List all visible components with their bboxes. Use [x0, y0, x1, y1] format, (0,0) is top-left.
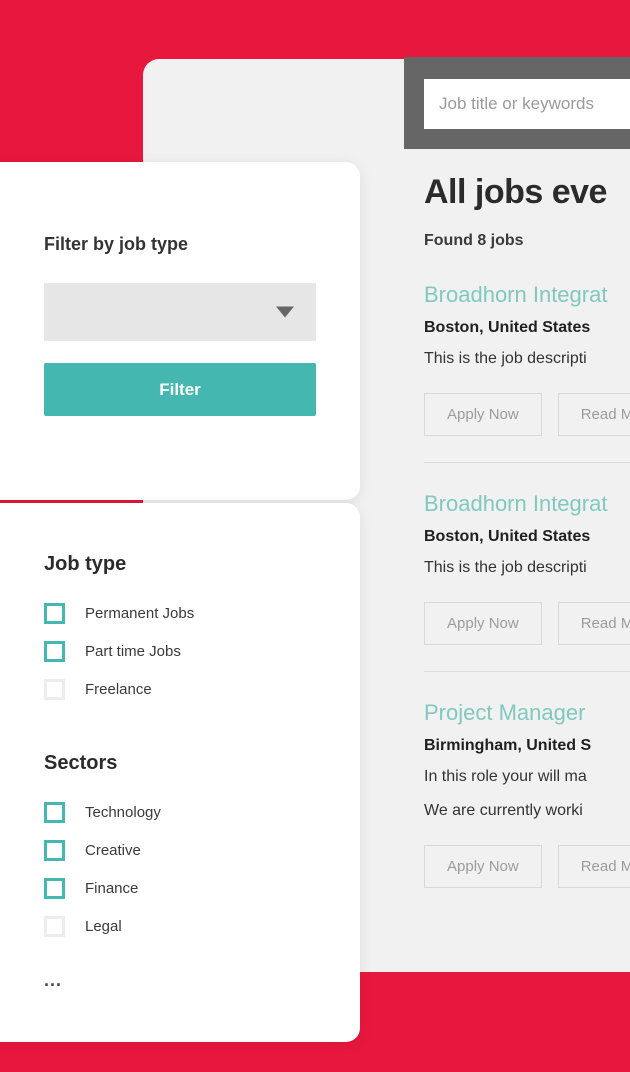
facet-option-creative[interactable]: Creative — [44, 831, 316, 869]
facet-option-part-time-jobs[interactable]: Part time Jobs — [44, 632, 316, 670]
facet-option-label: Technology — [85, 803, 161, 821]
job-description-line: This is the job descripti — [424, 350, 587, 367]
chevron-down-icon — [276, 306, 294, 318]
job-list: Broadhorn Integrat Boston, United States… — [424, 280, 630, 914]
checkbox-icon[interactable] — [44, 877, 65, 899]
facet-option-label: Legal — [85, 917, 122, 935]
search-input[interactable] — [424, 79, 630, 129]
facet-option-finance[interactable]: Finance — [44, 869, 316, 907]
job-results-column: All jobs eve Found 8 jobs Broadhorn Inte… — [424, 170, 630, 914]
read-more-button[interactable]: Read M — [557, 845, 630, 888]
facet-option-list: Permanent Jobs Part time Jobs Freelance — [44, 594, 316, 708]
job-title-link[interactable]: Project Manager — [424, 698, 630, 728]
filter-card-heading: Filter by job type — [44, 234, 189, 254]
read-more-button[interactable]: Read M — [557, 393, 630, 436]
job-list-item: Project Manager Birmingham, United S In … — [424, 671, 630, 914]
job-list-item: Broadhorn Integrat Boston, United States… — [424, 280, 630, 462]
facet-group-sectors: Sectors Technology Creative Finance Lega… — [44, 752, 316, 989]
checkbox-icon[interactable] — [44, 839, 65, 861]
job-title-link[interactable]: Broadhorn Integrat — [424, 280, 630, 310]
checkbox-icon[interactable] — [44, 801, 65, 823]
facet-option-freelance[interactable]: Freelance — [44, 670, 316, 708]
facet-option-label: Part time Jobs — [85, 642, 181, 660]
job-location: Boston, United States — [424, 319, 591, 336]
checkbox-icon[interactable] — [44, 602, 65, 624]
facet-group-heading: Sectors — [44, 752, 118, 774]
job-description-line: In this role your will ma — [424, 768, 587, 785]
job-actions: Apply Now Read M — [424, 602, 630, 645]
facet-option-permanent-jobs[interactable]: Permanent Jobs — [44, 594, 316, 632]
facets-card: Job type Permanent Jobs Part time Jobs F… — [0, 503, 360, 1042]
job-type-select[interactable] — [44, 283, 316, 341]
job-location: Boston, United States — [424, 528, 591, 545]
checkbox-icon[interactable] — [44, 915, 65, 937]
facet-option-label: Finance — [85, 879, 139, 897]
apply-now-button[interactable]: Apply Now — [424, 393, 542, 436]
job-list-item: Broadhorn Integrat Boston, United States… — [424, 462, 630, 671]
filter-submit-button[interactable]: Filter — [44, 363, 316, 416]
facet-group-job-type: Job type Permanent Jobs Part time Jobs F… — [44, 553, 316, 708]
job-actions: Apply Now Read M — [424, 393, 630, 436]
facet-option-list: Technology Creative Finance Legal — [44, 793, 316, 945]
page-title: All jobs eve — [424, 173, 607, 211]
checkbox-icon[interactable] — [44, 640, 65, 662]
job-actions: Apply Now Read M — [424, 845, 630, 888]
page-background: All jobs eve Found 8 jobs Broadhorn Inte… — [0, 0, 630, 1072]
facet-show-more[interactable]: ... — [44, 971, 316, 989]
job-title-link[interactable]: Broadhorn Integrat — [424, 489, 630, 519]
facet-option-label: Creative — [85, 841, 141, 859]
facet-option-legal[interactable]: Legal — [44, 907, 316, 945]
read-more-button[interactable]: Read M — [557, 602, 630, 645]
apply-now-button[interactable]: Apply Now — [424, 845, 542, 888]
facet-group-heading: Job type — [44, 553, 127, 575]
filter-by-job-type-card: Filter by job type Filter — [0, 162, 360, 500]
job-description-line: This is the job descripti — [424, 559, 587, 576]
checkbox-icon[interactable] — [44, 678, 65, 700]
job-description-line: We are currently worki — [424, 802, 583, 819]
facet-option-technology[interactable]: Technology — [44, 793, 316, 831]
search-bar-frame — [404, 57, 630, 149]
apply-now-button[interactable]: Apply Now — [424, 602, 542, 645]
job-location: Birmingham, United S — [424, 737, 592, 754]
facet-option-label: Permanent Jobs — [85, 604, 195, 622]
results-count: Found 8 jobs — [424, 232, 524, 249]
facet-option-label: Freelance — [85, 680, 152, 698]
